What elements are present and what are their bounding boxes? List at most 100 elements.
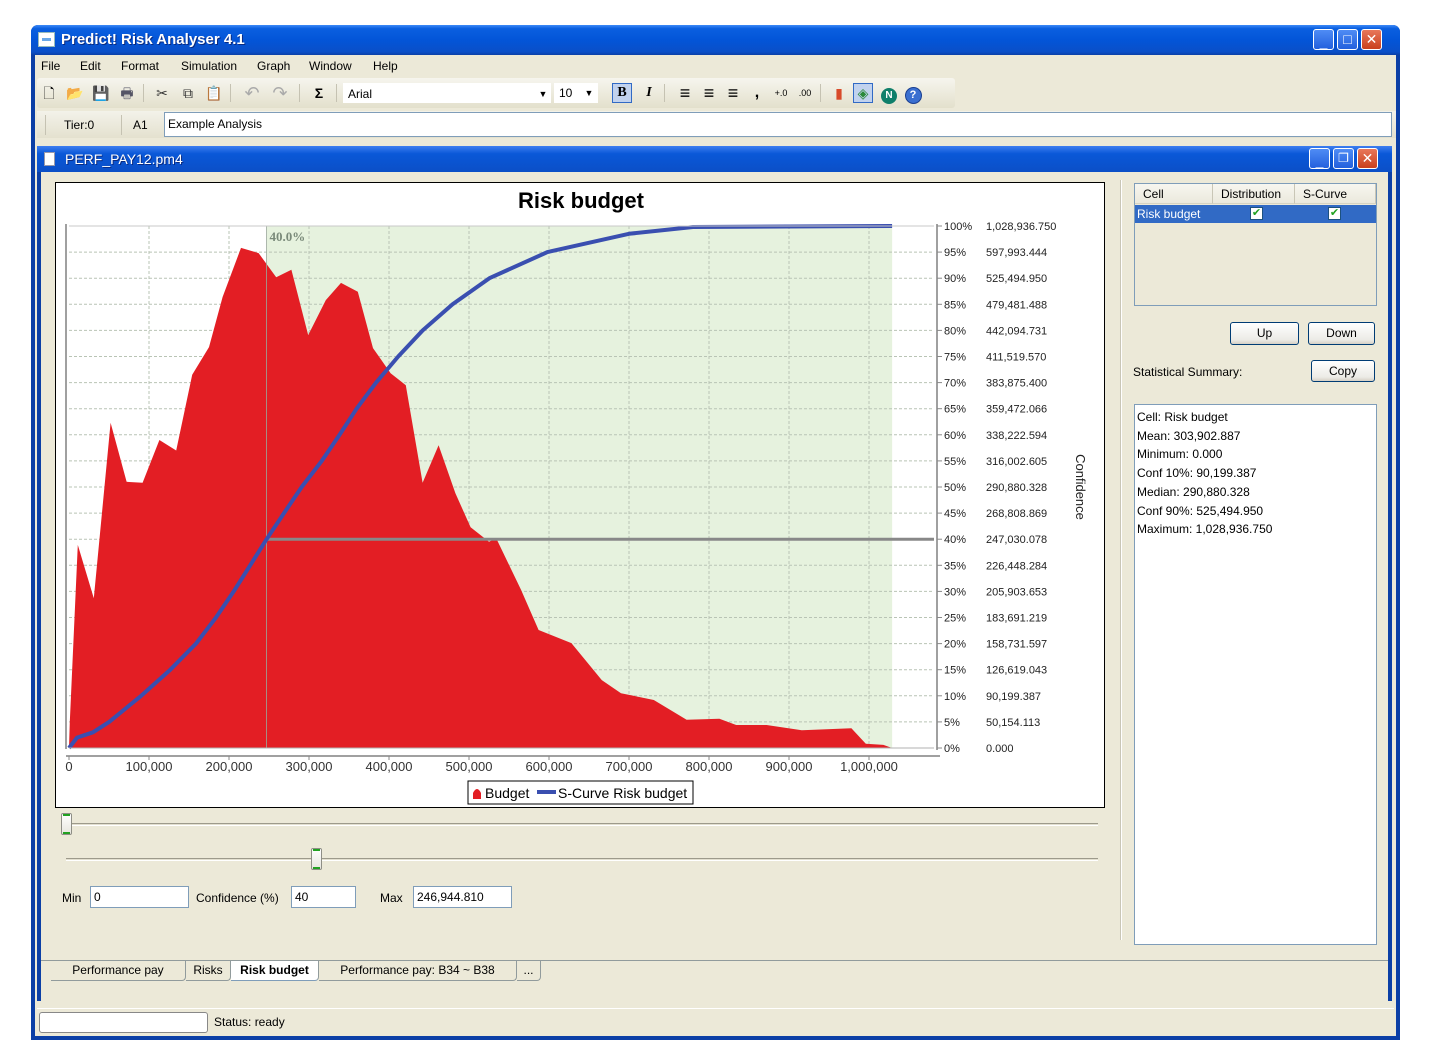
- menu-edit[interactable]: Edit: [80, 59, 101, 73]
- n-logo-icon[interactable]: N: [881, 88, 897, 104]
- menu-format[interactable]: Format: [121, 59, 159, 73]
- title-bar[interactable]: Predict! Risk Analyser 4.1 _ □ ✕: [31, 25, 1400, 55]
- confidence-value-label: 316,002.605: [986, 456, 1047, 468]
- legend-scurve-label: S-Curve Risk budget: [558, 785, 687, 801]
- confidence-value-label: 226,448.284: [986, 560, 1047, 572]
- menu-help[interactable]: Help: [373, 59, 398, 73]
- min-input[interactable]: 0: [90, 886, 189, 908]
- confidence-value-label: 479,481.488: [986, 299, 1047, 311]
- chart-icon[interactable]: ▮: [829, 83, 849, 103]
- save-icon[interactable]: 💾: [91, 83, 111, 103]
- tab-risks[interactable]: Risks: [186, 961, 231, 981]
- doc-close-button[interactable]: ✕: [1357, 148, 1378, 169]
- close-button[interactable]: ✕: [1361, 29, 1382, 50]
- confidence-pct-label: 90%: [944, 273, 966, 285]
- x-tick-label: 500,000: [446, 759, 493, 774]
- confidence-slider-track[interactable]: [66, 858, 1098, 861]
- menu-file[interactable]: File: [41, 59, 60, 73]
- toolbar: 🗋 📂 💾 🖶 ✂ ⧉ 📋 ↶ ↷ Σ Arial ▼ 10 ▼ B I ≡ ≡…: [37, 78, 955, 108]
- tier-indicator: Tier:0: [64, 118, 95, 132]
- italic-icon[interactable]: I: [639, 83, 659, 103]
- formula-bar: Tier:0 A1 Example Analysis: [37, 111, 1396, 138]
- x-tick-label: 200,000: [206, 759, 253, 774]
- cell-reference[interactable]: A1: [133, 118, 148, 132]
- confidence-input[interactable]: 40: [291, 886, 356, 908]
- chevron-down-icon[interactable]: ▼: [536, 88, 550, 100]
- doc-minimize-button[interactable]: _: [1309, 148, 1330, 169]
- sum-icon[interactable]: Σ: [309, 83, 329, 103]
- align-right-icon[interactable]: ≡: [723, 83, 743, 103]
- confidence-marker-label: 40.0%: [270, 229, 306, 244]
- cut-icon[interactable]: ✂: [152, 83, 172, 103]
- align-center-icon[interactable]: ≡: [699, 83, 719, 103]
- bold-icon[interactable]: B: [612, 83, 632, 103]
- confidence-value-label: 359,472.066: [986, 404, 1047, 416]
- toolbar-separator: [143, 84, 144, 102]
- confidence-value-label: 158,731.597: [986, 639, 1047, 651]
- redo-icon[interactable]: ↷: [270, 83, 290, 103]
- document-title: PERF_PAY12.pm4: [65, 151, 183, 167]
- confidence-pct-label: 35%: [944, 560, 966, 572]
- help-icon[interactable]: ?: [904, 87, 922, 104]
- font-size-select[interactable]: 10 ▼: [554, 83, 598, 103]
- copy-button[interactable]: Copy: [1311, 360, 1375, 382]
- column-header-scurve[interactable]: S-Curve: [1295, 184, 1376, 204]
- app-client-area: File Edit Format Simulation Graph Window…: [35, 55, 1396, 1036]
- document-body: Risk budget 40.0% 0 100,000 200,000 300,000 40…: [41, 172, 1388, 1001]
- summary-line: Conf 10%: 90,199.387: [1137, 466, 1257, 481]
- confidence-pct-label: 15%: [944, 665, 966, 677]
- toolbar-separator: [230, 84, 231, 102]
- minimize-button[interactable]: _: [1313, 29, 1334, 50]
- x-tick-label: 700,000: [606, 759, 653, 774]
- grid-row[interactable]: Risk budget ✔ ✔: [1135, 205, 1376, 223]
- x-tick-label: 0: [65, 759, 72, 774]
- comma-style-icon[interactable]: ,: [747, 83, 767, 103]
- new-document-icon[interactable]: 🗋: [39, 83, 59, 103]
- column-header-cell[interactable]: Cell: [1135, 184, 1213, 204]
- paste-icon[interactable]: 📋: [204, 83, 224, 103]
- tab-performance-pay[interactable]: Performance pay: [51, 961, 186, 981]
- document-title-bar[interactable]: PERF_PAY12.pm4 _ ❐ ✕: [37, 146, 1392, 172]
- down-button[interactable]: Down: [1308, 322, 1375, 345]
- status-progress-box: [39, 1012, 208, 1033]
- chevron-down-icon[interactable]: ▼: [582, 87, 596, 99]
- tab-risk-budget[interactable]: Risk budget: [231, 961, 319, 981]
- document-icon: [44, 152, 55, 166]
- decrease-decimal-icon[interactable]: .00: [795, 83, 815, 103]
- summary-line: Minimum: 0.000: [1137, 447, 1223, 462]
- simulation-icon[interactable]: ◈: [853, 83, 873, 103]
- close-icon: ✕: [1365, 31, 1378, 47]
- menu-simulation[interactable]: Simulation: [181, 59, 237, 73]
- scurve-checkbox[interactable]: ✔: [1328, 207, 1341, 220]
- tab-more[interactable]: ...: [517, 961, 541, 981]
- print-icon[interactable]: 🖶: [117, 83, 137, 103]
- distribution-checkbox[interactable]: ✔: [1250, 207, 1263, 220]
- copy-icon[interactable]: ⧉: [178, 83, 198, 103]
- confidence-value-label: 1,028,936.750: [986, 221, 1056, 233]
- tab-performance-pay-b34-b38[interactable]: Performance pay: B34 ~ B38: [319, 961, 517, 981]
- statistical-summary-box[interactable]: Cell: Risk budget Mean: 303,902.887 Mini…: [1134, 404, 1377, 945]
- min-slider-thumb[interactable]: [61, 813, 72, 835]
- increase-decimal-icon[interactable]: +.0: [771, 83, 791, 103]
- confidence-pct-label: 10%: [944, 691, 966, 703]
- menu-graph[interactable]: Graph: [257, 59, 290, 73]
- font-family-select[interactable]: Arial ▼: [343, 83, 551, 103]
- x-tick-label: 300,000: [286, 759, 333, 774]
- confidence-pct-label: 95%: [944, 247, 966, 259]
- doc-restore-button[interactable]: ❐: [1333, 148, 1354, 169]
- toolbar-separator: [299, 84, 300, 102]
- summary-line: Mean: 303,902.887: [1137, 428, 1241, 443]
- confidence-pct-label: 65%: [944, 404, 966, 416]
- open-folder-icon[interactable]: 📂: [65, 83, 85, 103]
- maximize-button[interactable]: □: [1337, 29, 1358, 50]
- confidence-slider-thumb[interactable]: [311, 848, 323, 870]
- undo-icon[interactable]: ↶: [242, 83, 262, 103]
- menu-window[interactable]: Window: [309, 59, 352, 73]
- confidence-value-label: 268,808.869: [986, 508, 1047, 520]
- min-slider-track[interactable]: [66, 823, 1098, 826]
- formula-input[interactable]: Example Analysis: [164, 112, 1392, 137]
- up-button[interactable]: Up: [1230, 322, 1299, 345]
- align-left-icon[interactable]: ≡: [675, 83, 695, 103]
- column-header-distribution[interactable]: Distribution: [1213, 184, 1295, 204]
- max-input[interactable]: 246,944.810: [413, 886, 512, 908]
